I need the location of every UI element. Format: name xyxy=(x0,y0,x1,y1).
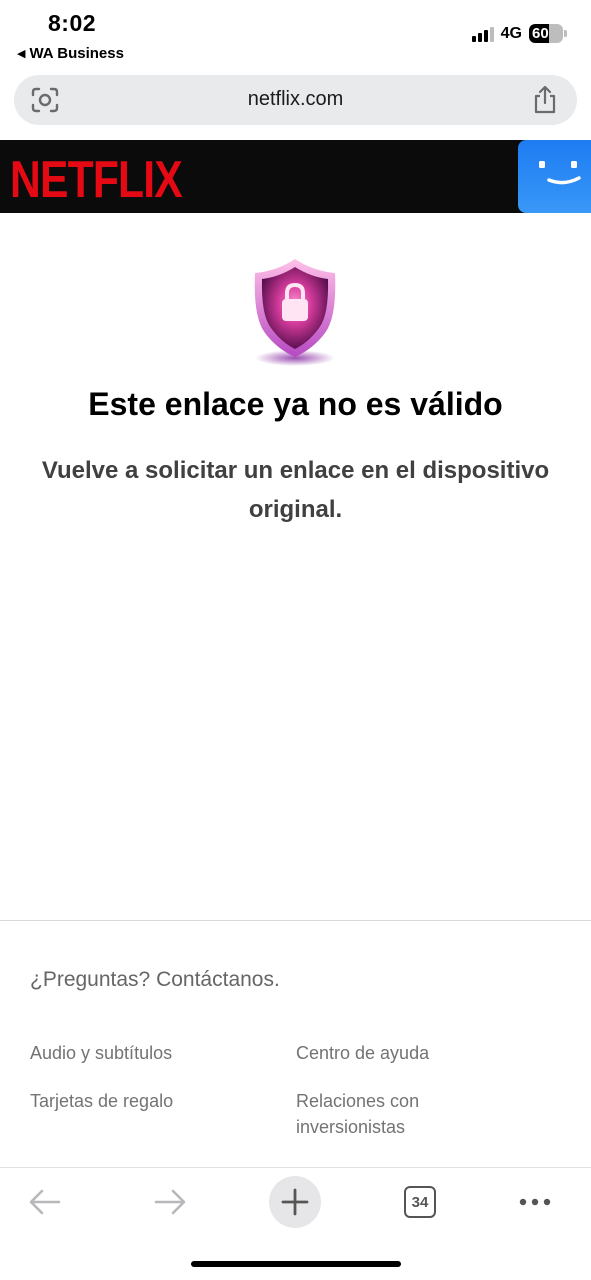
footer-divider xyxy=(0,920,591,921)
home-indicator[interactable] xyxy=(191,1261,401,1267)
network-type: 4G xyxy=(500,24,522,42)
netflix-header: NETFLIX xyxy=(0,140,591,213)
cellular-signal-icon xyxy=(471,26,494,42)
more-icon xyxy=(519,1198,551,1206)
status-bar: 8:02 ◀ WA Business 4G 60 xyxy=(0,0,591,70)
more-menu-button[interactable] xyxy=(509,1176,561,1228)
footer-link-investor-relations[interactable]: Relaciones con inversionistas xyxy=(296,1088,456,1140)
url-text[interactable]: netflix.com xyxy=(14,88,577,111)
smiley-face-icon xyxy=(539,161,581,185)
profile-avatar[interactable] xyxy=(518,140,591,213)
forward-arrow-icon xyxy=(154,1189,186,1215)
footer-link-help-center[interactable]: Centro de ayuda xyxy=(296,1040,429,1066)
footer-contact-link[interactable]: ¿Preguntas? Contáctanos. xyxy=(30,968,280,992)
back-triangle-icon: ◀ xyxy=(17,48,26,60)
back-app-label: WA Business xyxy=(29,45,124,62)
new-tab-button[interactable] xyxy=(269,1176,321,1228)
netflix-logo[interactable]: NETFLIX xyxy=(10,153,183,207)
status-indicators: 4G 60 xyxy=(471,24,567,43)
forward-button[interactable] xyxy=(144,1176,196,1228)
status-time: 8:02 xyxy=(48,10,97,36)
back-to-app-link[interactable]: ◀ WA Business xyxy=(17,45,124,62)
back-button[interactable] xyxy=(19,1176,71,1228)
page-title: Este enlace ya no es válido xyxy=(88,386,503,422)
footer-link-gift-cards[interactable]: Tarjetas de regalo xyxy=(30,1088,173,1114)
share-icon[interactable] xyxy=(531,85,559,115)
tab-switcher-button[interactable]: 34 xyxy=(394,1176,446,1228)
shield-lock-icon xyxy=(245,255,345,370)
back-arrow-icon xyxy=(29,1189,61,1215)
page-subtitle: Vuelve a solicitar un enlace en el dispo… xyxy=(41,457,550,523)
address-bar[interactable]: netflix.com xyxy=(14,75,577,125)
battery-level: 60 xyxy=(532,25,549,42)
footer-link-audio[interactable]: Audio y subtítulos xyxy=(30,1040,172,1066)
tabs-icon: 34 xyxy=(404,1186,436,1218)
plus-icon xyxy=(281,1188,309,1216)
battery-icon: 60 xyxy=(529,24,563,43)
